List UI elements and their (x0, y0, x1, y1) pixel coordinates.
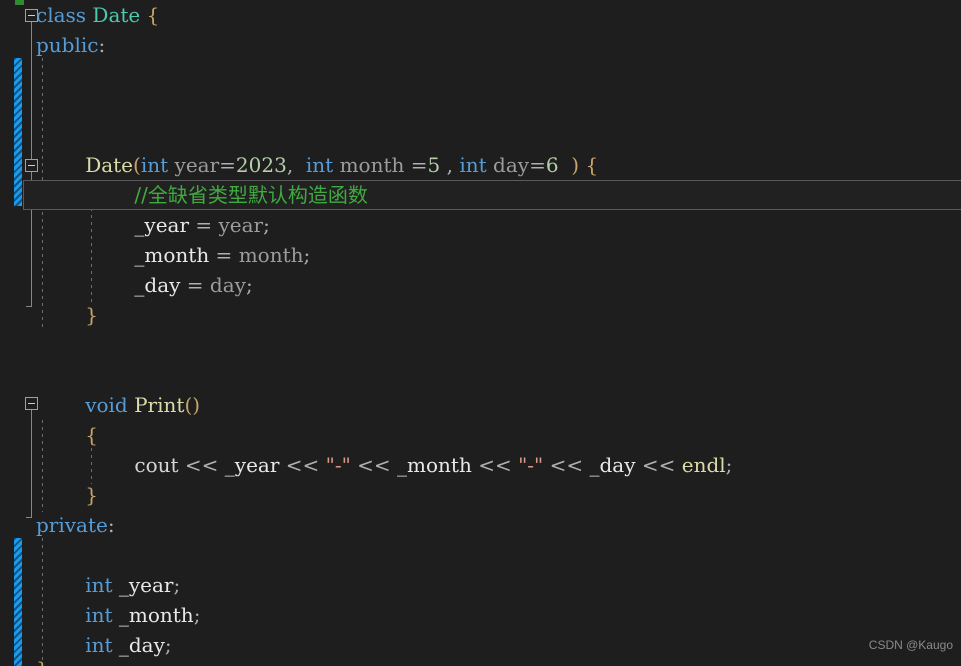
code-token-brace: { (146, 3, 160, 27)
code-token-punc: << (279, 453, 326, 477)
code-token-member: _year (118, 573, 174, 597)
code-token-member: _day (589, 453, 636, 477)
code-token-kw: int (85, 603, 113, 627)
code-token-punc: , (440, 153, 460, 177)
code-line[interactable]: } (0, 300, 98, 330)
code-token-brace: () (184, 393, 201, 417)
code-token-punc: = (180, 273, 210, 297)
code-token-endl: endl (681, 453, 726, 477)
code-token-punc: , (286, 153, 306, 177)
code-line[interactable]: private: (0, 510, 115, 540)
code-token-member: _day (118, 633, 165, 657)
watermark-label: CSDN @Kaugo (868, 638, 953, 652)
code-token-member: _month (118, 603, 194, 627)
code-token-kw: int (459, 153, 487, 177)
code-token-ident: month (333, 153, 411, 177)
code-token-punc: ; (193, 603, 201, 627)
code-token-member: _year (134, 213, 190, 237)
code-token-brace: { (585, 153, 599, 177)
code-token-punc: ; (245, 273, 253, 297)
code-token-cout: cout (134, 453, 179, 477)
code-line[interactable]: { (0, 420, 98, 450)
code-token-punc: ; (164, 633, 172, 657)
code-token-punc: << (635, 453, 682, 477)
code-token-ident: year (168, 153, 220, 177)
code-token-ident: month (238, 243, 304, 267)
code-token-kw: int (85, 633, 113, 657)
code-line[interactable]: int _year; (0, 570, 180, 600)
code-token-brace: } (85, 303, 98, 327)
code-token-kw: class (36, 3, 93, 27)
code-token-kw: private (36, 513, 108, 537)
code-token-str: "-" (518, 453, 544, 477)
code-line[interactable]: } (0, 480, 98, 510)
code-token-fn: Date (85, 153, 134, 177)
code-token-brace: ) (558, 153, 580, 177)
code-token-punc: ; (725, 453, 733, 477)
code-token-punc: << (178, 453, 225, 477)
code-token-brace: ( (133, 153, 141, 177)
code-token-member: _day (134, 273, 181, 297)
code-line[interactable] (0, 120, 36, 150)
code-token-num: 6 (545, 153, 559, 177)
code-token-brace: } (85, 483, 98, 507)
code-line[interactable] (0, 60, 36, 90)
code-token-punc: = (189, 213, 219, 237)
code-line[interactable]: }; (0, 654, 55, 666)
code-line[interactable]: void Print() (0, 390, 200, 420)
code-editor-surface[interactable]: };class Date {public:Date(int year=2023,… (0, 0, 961, 666)
code-token-ident: year (218, 213, 264, 237)
code-token-punc: << (543, 453, 590, 477)
code-token-kw: int (305, 153, 334, 177)
code-token-punc: = (529, 153, 546, 177)
code-line[interactable]: Date(int year=2023, int month =5 , int d… (0, 150, 598, 180)
code-token-brace: }; (36, 657, 55, 666)
code-token-type: Date (92, 3, 141, 27)
code-token-member: _year (224, 453, 280, 477)
code-token-punc: = (209, 243, 239, 267)
code-token-punc: = (410, 153, 428, 177)
code-line[interactable] (0, 330, 36, 360)
code-line[interactable]: cout << _year << "-" << _month << "-" <<… (0, 450, 732, 480)
code-token-member: _month (134, 243, 210, 267)
code-token-cmt: //全缺省类型默认构造函数 (134, 183, 368, 207)
code-token-str: "-" (325, 453, 351, 477)
code-line[interactable]: int _month; (0, 600, 200, 630)
code-token-punc: : (98, 33, 106, 57)
code-line[interactable]: _day = day; (0, 270, 253, 300)
code-line[interactable]: public: (0, 30, 105, 60)
code-line[interactable]: _month = month; (0, 240, 310, 270)
code-token-punc: << (471, 453, 519, 477)
code-line[interactable]: _year = year; (0, 210, 270, 240)
code-token-punc: << (350, 453, 398, 477)
code-token-kw: int (85, 573, 113, 597)
code-line[interactable] (0, 90, 36, 120)
code-token-ident: day (486, 153, 530, 177)
code-token-punc: ; (303, 243, 311, 267)
code-token-num: 5 (427, 153, 441, 177)
code-text-layer[interactable]: };class Date {public:Date(int year=2023,… (0, 0, 961, 666)
code-token-kw: int (140, 153, 169, 177)
code-token-num: 2023 (235, 153, 287, 177)
code-line[interactable]: //全缺省类型默认构造函数 (0, 180, 368, 210)
code-token-member: _month (397, 453, 472, 477)
code-token-punc: ; (263, 213, 270, 237)
code-token-punc: = (219, 153, 236, 177)
code-token-ident: day (209, 273, 246, 297)
code-token-brace: { (85, 423, 98, 447)
code-token-kw: public (36, 33, 99, 57)
code-line[interactable]: class Date { (0, 0, 159, 30)
code-line[interactable] (0, 540, 36, 570)
code-token-punc: ; (173, 573, 181, 597)
code-token-punc: : (107, 513, 115, 537)
code-token-kw: void (85, 393, 128, 417)
code-token-fn: Print (134, 393, 185, 417)
code-line[interactable] (0, 360, 36, 390)
